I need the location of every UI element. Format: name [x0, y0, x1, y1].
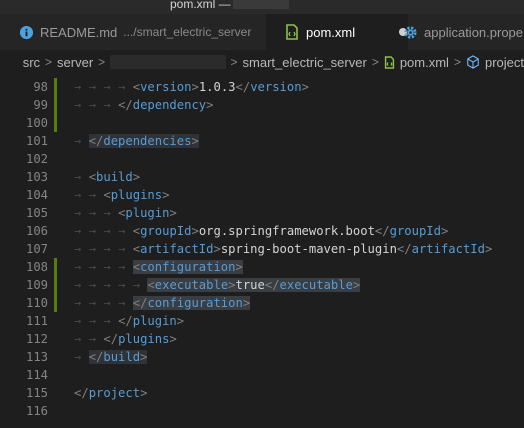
code-text: → → → → <groupId>org.springframework.boo…: [74, 224, 449, 238]
code-text: → </build>: [74, 350, 148, 364]
tab-readme[interactable]: README.md .../smart_electric_server: [0, 14, 284, 50]
xml-file-icon: [284, 24, 300, 40]
code-line[interactable]: 116: [0, 402, 524, 420]
tab-readme-label: README.md: [40, 24, 118, 40]
breadcrumb-separator: >: [371, 55, 379, 69]
code-text: → → → <plugin>: [74, 206, 177, 220]
line-number: 101: [25, 134, 48, 148]
breadcrumb-src[interactable]: src: [23, 55, 40, 70]
code-line[interactable]: 108 → → → → <configuration>: [0, 258, 524, 276]
breadcrumb-project-label: project: [484, 54, 524, 70]
line-number: 112: [25, 332, 48, 346]
line-number: 100: [25, 116, 48, 130]
symbol-element-icon: [466, 55, 480, 69]
code-text: → → → → <version>1.0.3</version>: [74, 80, 309, 94]
line-number: 109: [25, 278, 48, 292]
code-text: → → → → <artifactId>spring-boot-maven-pl…: [74, 242, 493, 256]
code-line[interactable]: 103 → <build>: [0, 168, 524, 186]
code-line[interactable]: 102: [0, 150, 524, 168]
git-added-marker: [54, 294, 57, 312]
git-added-marker: [54, 96, 57, 114]
code-text: → → → → <configuration>: [74, 260, 243, 274]
code-text: </project>: [74, 386, 148, 400]
code-line[interactable]: 111 → → → </plugin>: [0, 312, 524, 330]
code-line[interactable]: 113 → </build>: [0, 348, 524, 366]
line-number: 102: [25, 152, 48, 166]
line-number: 108: [25, 260, 48, 274]
code-text: → <build>: [74, 170, 141, 184]
code-text: → → </plugins>: [74, 332, 177, 346]
line-number: 107: [25, 242, 48, 256]
breadcrumb-project[interactable]: project: [466, 55, 524, 70]
breadcrumb-separator: >: [230, 55, 238, 69]
code-line[interactable]: 105 → → → <plugin>: [0, 204, 524, 222]
code-line[interactable]: 98 → → → → <version>1.0.3</version>: [0, 78, 524, 96]
code-line[interactable]: 99 → → → </dependency>: [0, 96, 524, 114]
git-added-marker: [54, 78, 57, 96]
tab-application-properties-label: application.prope: [424, 24, 524, 40]
code-line[interactable]: 104 → → <plugins>: [0, 186, 524, 204]
line-number: 98: [33, 80, 48, 94]
code-text: → → → </plugin>: [74, 314, 185, 328]
redacted-path: [110, 55, 226, 69]
code-text: → → → </dependency>: [74, 98, 214, 112]
line-number: 106: [25, 224, 48, 238]
xml-file-icon: [384, 55, 395, 69]
breadcrumb: src > server > > smart_electric_server >…: [0, 50, 524, 74]
redacted-title: [232, 0, 289, 10]
code-text: → → → → </configuration>: [74, 296, 251, 310]
code-text: → → → → → <executable>true</executable>: [74, 278, 361, 292]
title-bar: pom.xml —: [0, 0, 524, 14]
line-number: 114: [25, 368, 48, 382]
line-number: 116: [25, 404, 48, 418]
code-line[interactable]: 112 → → </plugins>: [0, 330, 524, 348]
code-line[interactable]: 101 → </dependencies>: [0, 132, 524, 150]
code-line[interactable]: 109 → → → → → <executable>true</executabl…: [0, 276, 524, 294]
info-icon: [18, 24, 34, 40]
line-number: 103: [25, 170, 48, 184]
tab-application-properties[interactable]: application.prope: [390, 14, 524, 50]
tab-readme-description: .../smart_electric_server: [123, 25, 252, 39]
code-line[interactable]: 110 → → → → </configuration>: [0, 294, 524, 312]
line-number: 110: [25, 296, 48, 310]
tab-pom-xml-label: pom.xml: [306, 24, 356, 40]
git-added-marker: [54, 276, 57, 294]
git-added-marker: [54, 258, 57, 276]
tab-pom-xml[interactable]: pom.xml: [266, 14, 408, 50]
gear-icon: [402, 24, 418, 40]
window-title: pom.xml —: [170, 0, 289, 11]
breadcrumb-pom-xml-label: pom.xml: [399, 54, 449, 70]
line-number: 105: [25, 206, 48, 220]
git-added-marker: [54, 114, 57, 132]
line-number: 115: [25, 386, 48, 400]
breadcrumb-separator: >: [45, 55, 53, 69]
code-editor[interactable]: 98 → → → → <version>1.0.3</version> 99 → → …: [0, 74, 524, 428]
code-line[interactable]: 100: [0, 114, 524, 132]
breadcrumb-server[interactable]: server: [57, 55, 93, 70]
breadcrumb-separator: >: [98, 55, 106, 69]
breadcrumb-separator: >: [453, 55, 461, 69]
code-text: → → <plugins>: [74, 188, 170, 202]
breadcrumb-pom-xml[interactable]: pom.xml: [384, 55, 449, 70]
code-line[interactable]: 107 → → → → <artifactId>spring-boot-maven…: [0, 240, 524, 258]
code-line[interactable]: 106 → → → → <groupId>org.springframework.…: [0, 222, 524, 240]
code-line[interactable]: 115 </project>: [0, 384, 524, 402]
code-line[interactable]: 114: [0, 366, 524, 384]
breadcrumb-smart-electric-server[interactable]: smart_electric_server: [243, 55, 367, 70]
line-number: 99: [33, 98, 48, 112]
line-number: 113: [25, 350, 48, 364]
line-number: 104: [25, 188, 48, 202]
code-text: → </dependencies>: [74, 134, 199, 148]
tab-bar: README.md .../smart_electric_server pom.…: [0, 14, 524, 50]
line-number: 111: [25, 314, 48, 328]
